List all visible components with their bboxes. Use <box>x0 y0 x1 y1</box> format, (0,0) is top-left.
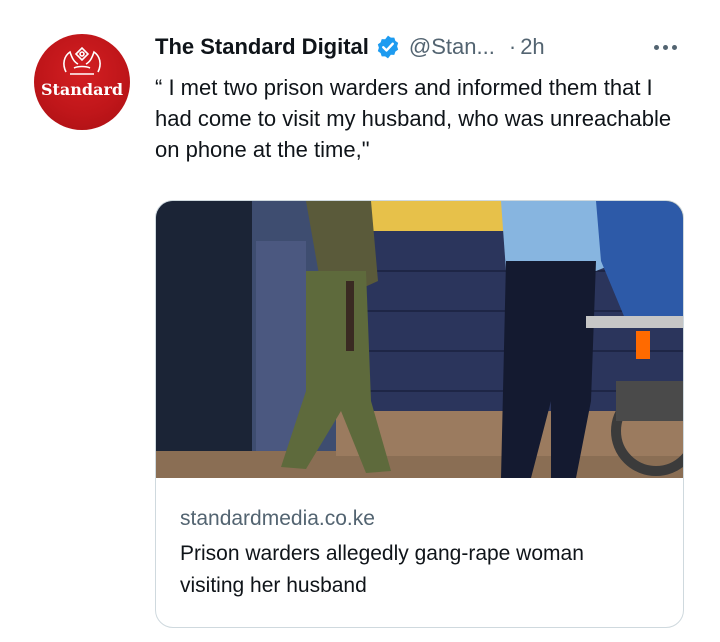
card-domain: standardmedia.co.ke <box>180 507 375 530</box>
link-card[interactable]: standardmedia.co.ke Prison warders alleg… <box>155 200 684 628</box>
tweet-text: “ I met two prison warders and informed … <box>155 75 672 162</box>
more-options-icon[interactable] <box>645 30 685 64</box>
more-dot <box>653 44 659 50</box>
verified-badge-icon <box>377 35 399 59</box>
display-name[interactable]: The Standard Digital <box>155 34 369 60</box>
separator-dot: · <box>508 34 517 59</box>
crest-logo-icon <box>63 46 101 75</box>
card-image[interactable] <box>156 201 684 478</box>
avatar-brand-text: Standard <box>40 80 124 99</box>
more-dot <box>662 44 668 50</box>
card-title[interactable]: Prison warders allegedly gang-rape woman… <box>180 538 650 602</box>
handle[interactable]: @Stan... <box>409 34 495 60</box>
timestamp[interactable]: 2h <box>520 34 544 60</box>
avatar[interactable]: Standard <box>34 34 130 130</box>
more-dot <box>671 44 677 50</box>
tweet[interactable]: Standard The Standard Digital @Stan... ·… <box>0 0 720 642</box>
tweet-header: The Standard Digital @Stan... · 2h <box>155 30 545 64</box>
